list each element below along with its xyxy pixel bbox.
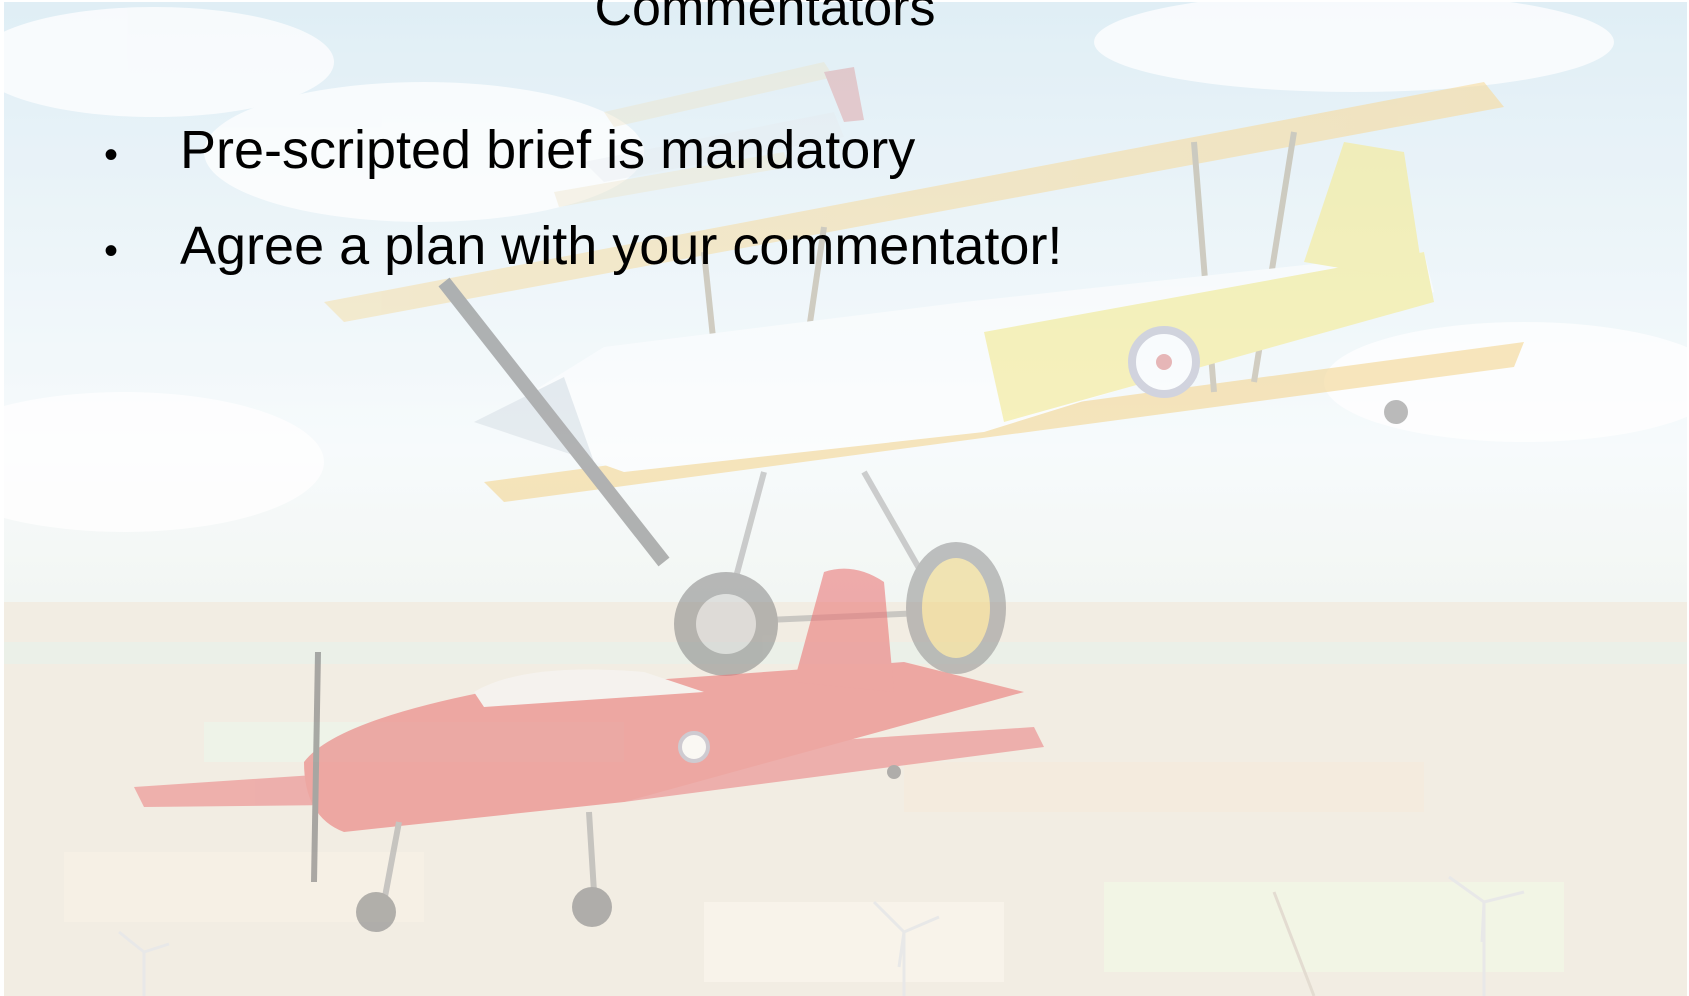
- bullet-text: Pre-scripted brief is mandatory: [180, 120, 916, 180]
- slide-title: Commentators: [594, 0, 936, 37]
- slide: Commentators • Pre-scripted brief is man…: [0, 0, 1689, 996]
- bullet-list: • Pre-scripted brief is mandatory • Agre…: [104, 118, 1062, 310]
- bullet-marker: •: [104, 229, 119, 273]
- bullet-text: Agree a plan with your commentator!: [180, 216, 1063, 276]
- bullet-item: • Agree a plan with your commentator!: [104, 214, 1062, 310]
- bullet-item: • Pre-scripted brief is mandatory: [104, 118, 1062, 214]
- bullet-marker: •: [104, 133, 119, 177]
